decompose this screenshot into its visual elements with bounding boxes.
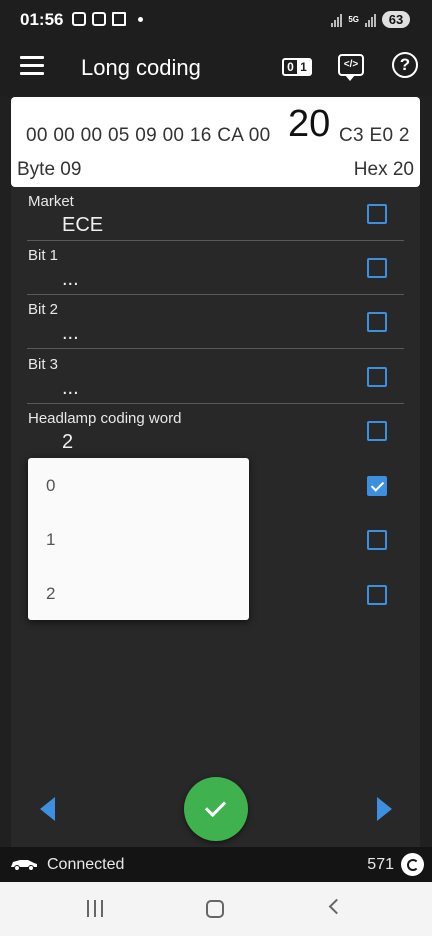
hex-bytes-after: C3 E0 2 [339,125,410,146]
confirm-checkmark-button[interactable] [184,777,248,841]
divider [27,348,404,349]
network-type: 5G [348,14,359,24]
previous-byte-arrow-icon[interactable] [40,797,55,821]
list-item[interactable]: Headlamp coding word 2 [11,404,420,458]
item-checkbox[interactable] [367,258,387,278]
system-navigation-bar [0,882,432,936]
dropdown-option[interactable]: 0 [46,476,55,496]
connection-bar: Connected 571 [0,847,432,882]
mail-icon [112,12,126,26]
hex-selected-byte[interactable]: 20 [288,103,330,146]
list-item[interactable]: Bit 1 ... [11,241,420,295]
item-title: Bit 2 [28,301,59,318]
item-checkbox[interactable] [367,530,387,550]
car-icon [11,860,37,871]
item-value[interactable]: ... [62,268,79,291]
item-checkbox[interactable] [367,204,387,224]
system-icons: 5G 63 [331,11,410,28]
item-value[interactable]: 2 [62,431,73,454]
help-icon[interactable]: ? [392,52,418,78]
list-item[interactable]: Market ECE [11,187,420,241]
value-dropdown-menu: 0 1 2 [28,458,249,620]
item-value[interactable]: ... [62,322,79,345]
status-bar: 01:56 5G 63 [0,0,432,40]
code-view-icon[interactable]: </> [338,54,364,81]
item-checkbox[interactable] [367,421,387,441]
home-icon[interactable] [206,900,224,918]
connection-refresh-icon[interactable] [401,853,424,876]
byte-index-label: Byte 09 [17,159,82,180]
item-title: Bit 3 [28,356,59,373]
notification-icons [72,12,143,26]
recents-icon[interactable] [87,900,103,917]
item-checkbox-checked[interactable] [367,476,387,496]
status-time: 01:56 [20,10,64,29]
signal-icon-2 [365,13,376,27]
back-icon[interactable] [328,898,345,915]
item-value[interactable]: ... [62,377,79,400]
request-count: 571 [367,856,394,873]
item-checkbox[interactable] [367,367,387,387]
item-checkbox[interactable] [367,585,387,605]
screenshot-icon [72,12,86,26]
item-title: Bit 1 [28,247,59,264]
binary-toggle-icon[interactable]: 0 1 [282,58,312,76]
hex-coding-panel: 00 00 00 05 09 00 16 CA 00 20 C3 E0 2 By… [11,97,420,187]
more-notifications-icon [138,16,143,22]
dropdown-option[interactable]: 2 [46,584,55,604]
item-title: Headlamp coding word [28,410,182,427]
page-title: Long coding [81,55,201,80]
shop-icon [92,12,106,26]
battery-level: 63 [382,11,410,28]
hex-byte-strip[interactable]: 00 00 00 05 09 00 16 CA 00 20 C3 E0 2 [11,97,420,157]
item-checkbox[interactable] [367,312,387,332]
dropdown-option[interactable]: 1 [46,530,55,550]
item-title: Market [28,193,74,210]
next-byte-arrow-icon[interactable] [377,797,392,821]
list-item[interactable]: Bit 2 ... [11,295,420,349]
list-item[interactable]: Bit 3 ... [11,350,420,404]
hex-bytes-before: 00 00 00 05 09 00 16 CA 00 [26,125,271,146]
app-bar: Long coding 0 1 </> ? [0,40,432,96]
item-value[interactable]: ECE [62,214,103,237]
connection-status: Connected [47,856,125,873]
hamburger-menu-icon[interactable] [20,56,44,76]
hex-value-label: Hex 20 [353,159,414,180]
signal-icon [331,13,343,27]
